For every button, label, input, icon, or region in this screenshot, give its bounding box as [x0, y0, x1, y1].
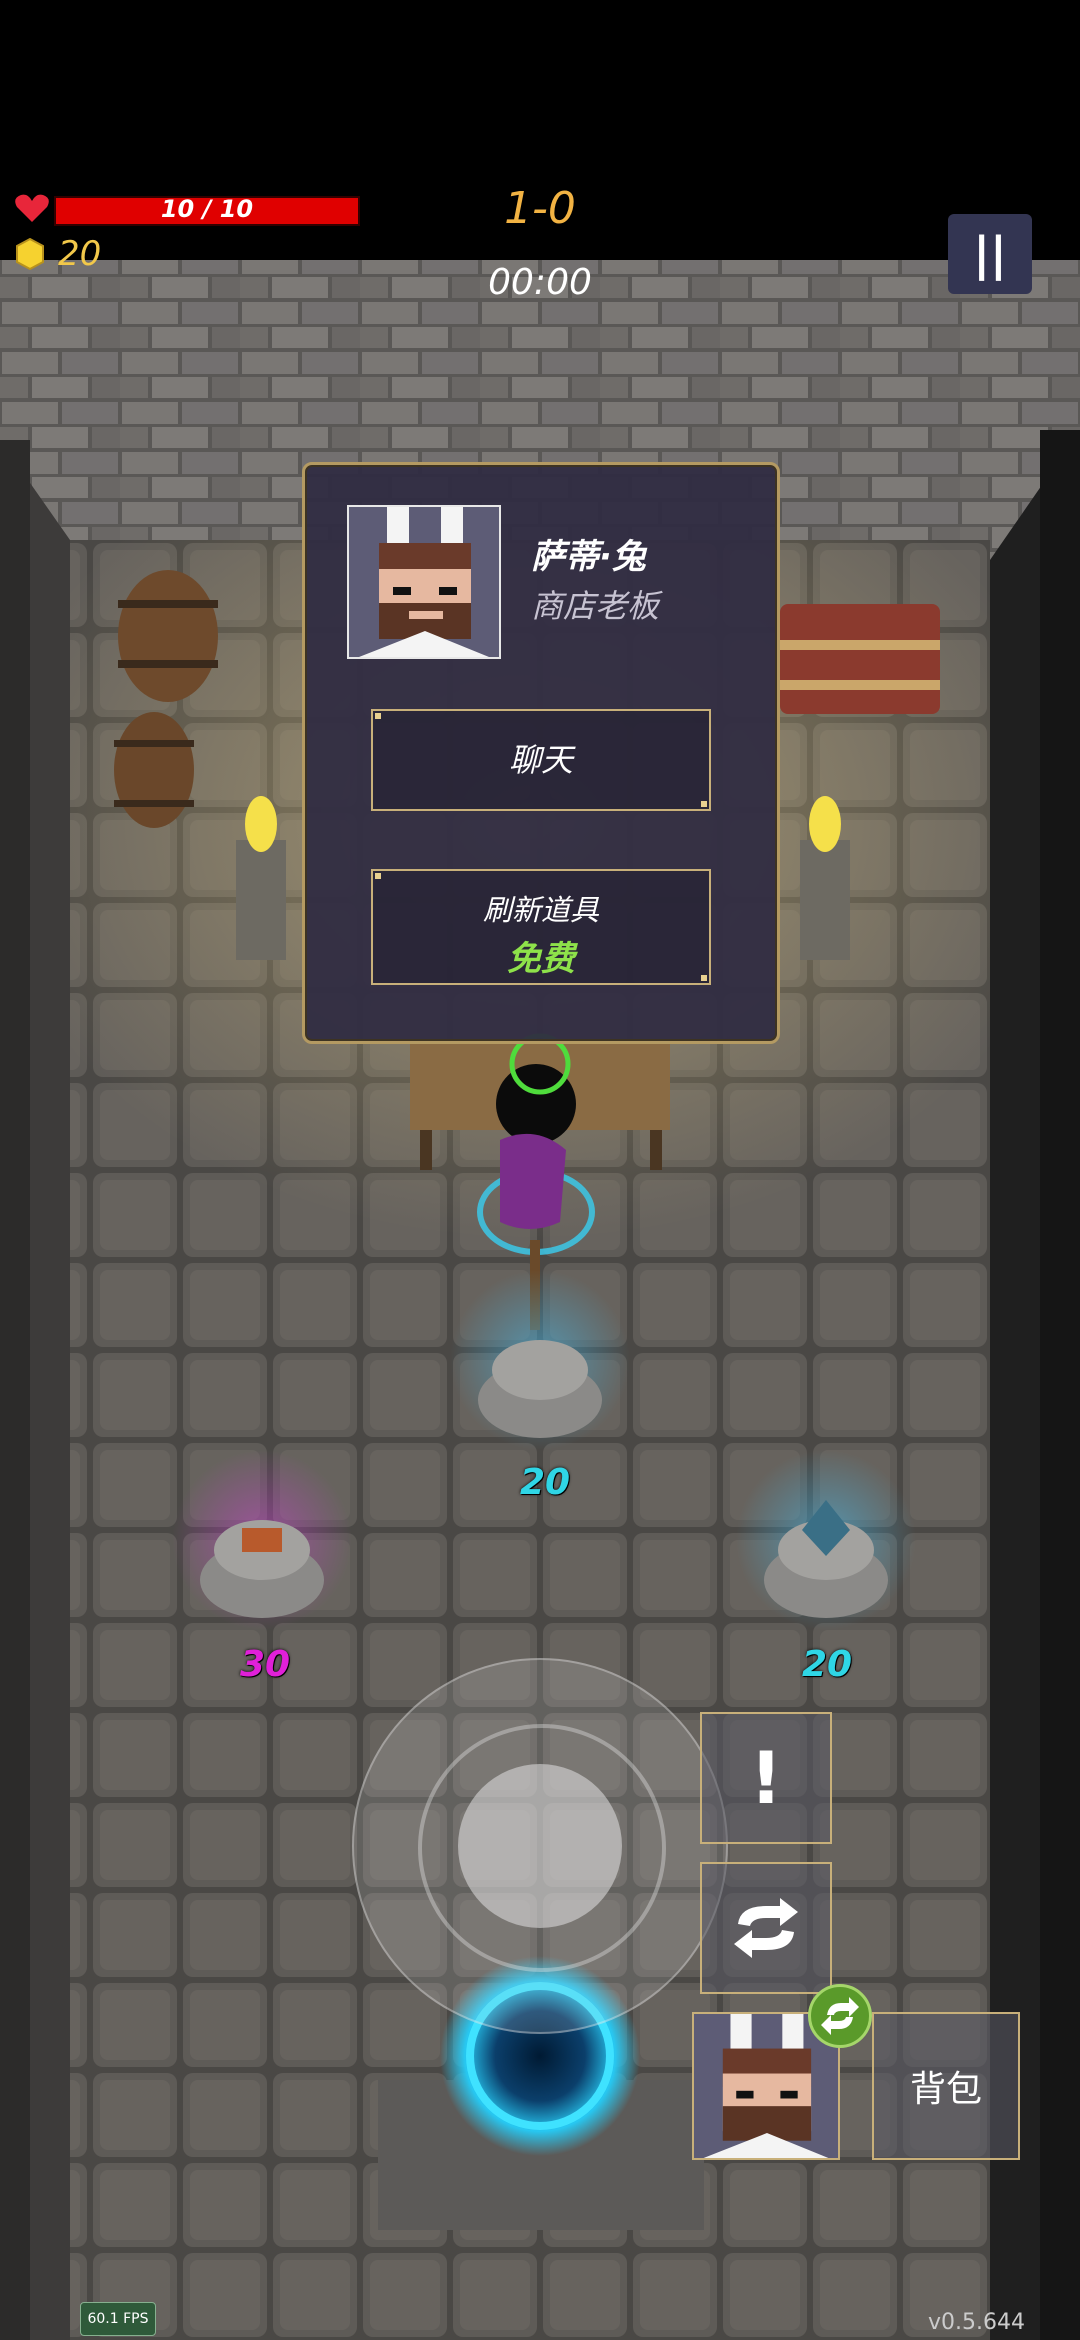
- pedestal-left: [172, 1450, 352, 1630]
- refresh-icon: [821, 1997, 859, 2035]
- corner-ornament: [375, 873, 381, 879]
- refresh-price: 免费: [507, 939, 575, 979]
- version-label: v0.5.644: [928, 2310, 1025, 2335]
- companion-swap-button[interactable]: [808, 1984, 872, 2048]
- corner-ornament: [375, 713, 381, 719]
- shop-item-price: 30: [240, 1644, 291, 1685]
- corner-ornament: [701, 801, 707, 807]
- corner-ornament: [701, 975, 707, 981]
- npc-role: 商店老板: [531, 587, 660, 625]
- virtual-joystick[interactable]: [352, 1658, 728, 2034]
- fps-counter: 60.1 FPS: [80, 2302, 156, 2336]
- joystick-knob[interactable]: [458, 1764, 622, 1928]
- shop-item-price: 20: [802, 1644, 853, 1685]
- refresh-items-button[interactable]: 刷新道具 免费: [371, 869, 711, 985]
- backpack-label: 背包: [909, 2069, 982, 2110]
- pedestal-right: [736, 1450, 916, 1630]
- pause-icon: ||: [973, 227, 1007, 281]
- refresh-label: 刷新道具: [482, 893, 599, 927]
- npc-portrait: [347, 505, 501, 659]
- gold-count: 20: [58, 234, 102, 274]
- pedestal-center: [450, 1270, 630, 1450]
- health-heart-icon: [14, 192, 50, 224]
- swap-icon: [734, 1898, 798, 1958]
- timer: 00:00: [488, 262, 592, 303]
- chest-decoration: [780, 604, 940, 714]
- swap-button[interactable]: [700, 1862, 832, 1994]
- level-indicator: 1-0: [504, 183, 576, 234]
- pause-button[interactable]: ||: [948, 214, 1032, 294]
- backpack-button[interactable]: 背包: [872, 2012, 1020, 2160]
- npc-name: 萨蒂·兔: [531, 537, 646, 577]
- interact-button[interactable]: !: [700, 1712, 832, 1844]
- alert-icon: !: [749, 1736, 783, 1820]
- npc-dialog: 萨蒂·兔 商店老板 聊天 刷新道具 免费: [302, 462, 780, 1044]
- gold-coin-icon: [14, 237, 46, 271]
- chat-label: 聊天: [508, 741, 573, 779]
- chat-button[interactable]: 聊天: [371, 709, 711, 811]
- health-text: 10 / 10: [160, 195, 254, 223]
- health-bar: 10 / 10: [54, 195, 360, 226]
- shop-item-price: 20: [520, 1462, 571, 1503]
